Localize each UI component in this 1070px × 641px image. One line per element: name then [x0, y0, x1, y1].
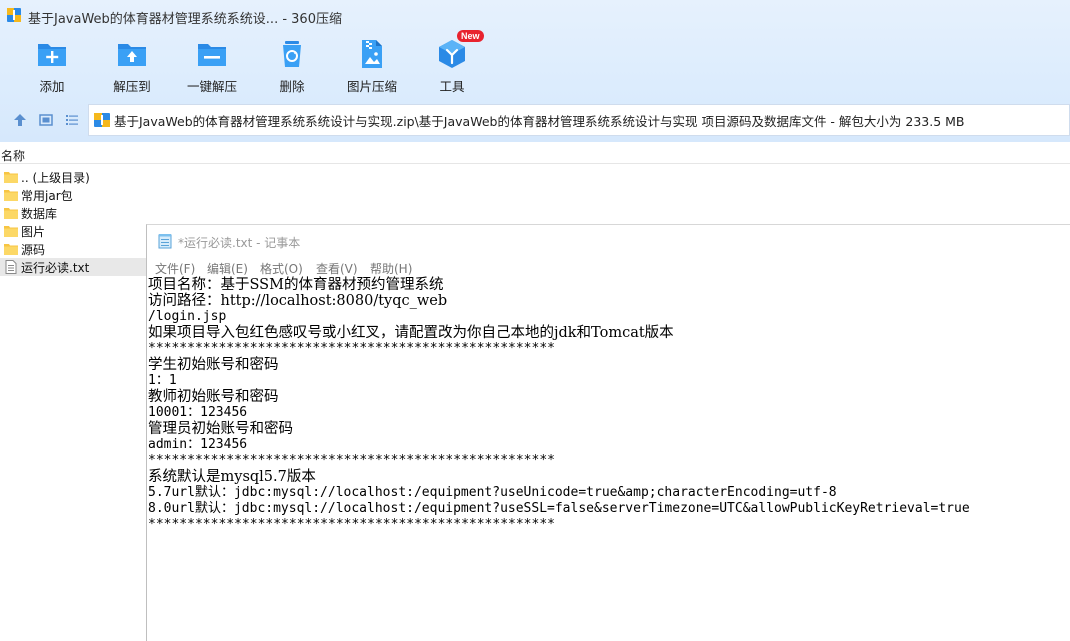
- new-badge: New: [457, 30, 484, 42]
- folder-icon: [4, 172, 18, 183]
- folder-icon: [4, 190, 18, 201]
- text-line: 10001：123456: [148, 405, 248, 420]
- archive-path: 基于JavaWeb的体育器材管理系统系统设计与实现.zip\基于JavaWeb的…: [114, 113, 965, 129]
- menu-format[interactable]: 格式(O): [260, 260, 303, 277]
- item-name: 常用jar包: [21, 188, 73, 203]
- list-item[interactable]: 源码: [0, 240, 148, 258]
- text-line: ****************************************…: [148, 453, 555, 468]
- list-item[interactable]: 数据库: [0, 204, 148, 222]
- list-item[interactable]: 常用jar包: [0, 186, 148, 204]
- add-label: 添加: [39, 79, 65, 94]
- list-item[interactable]: 图片: [0, 222, 148, 240]
- zip-archive-icon: [94, 113, 110, 127]
- tools-button[interactable]: New 工具: [412, 30, 492, 96]
- image-compress-label: 图片压缩: [346, 79, 397, 94]
- notepad-title-bar[interactable]: *运行必读.txt - 记事本: [147, 225, 1070, 257]
- one-click-extract-button[interactable]: 一键解压: [172, 36, 252, 96]
- item-name: 图片: [21, 224, 46, 239]
- text-line: 教师初始账号和密码: [148, 389, 279, 405]
- tools-label: 工具: [439, 79, 465, 94]
- menu-edit[interactable]: 编辑(E): [207, 260, 248, 277]
- menu-help[interactable]: 帮助(H): [370, 260, 412, 277]
- folder-icon: [4, 208, 18, 219]
- notepad-window[interactable]: *运行必读.txt - 记事本 文件(F) 编辑(E) 格式(O) 查看(V) …: [146, 224, 1070, 641]
- folder-icon: [4, 244, 18, 255]
- image-compress-button[interactable]: 图片压缩: [332, 36, 412, 96]
- text-line: 项目名称：基于SSM的体育器材预约管理系统: [148, 277, 444, 293]
- delete-label: 删除: [279, 79, 305, 94]
- notepad-text-area[interactable]: 项目名称：基于SSM的体育器材预约管理系统 访问路径：http://localh…: [147, 277, 1070, 641]
- text-line: 5.7url默认：jdbc:mysql://localhost:/equipme…: [148, 485, 837, 500]
- text-line: 学生初始账号和密码: [148, 357, 279, 373]
- folder-icon: [4, 226, 18, 237]
- delete-button[interactable]: 删除: [252, 36, 332, 96]
- archive-app-icon: [7, 8, 21, 22]
- text-line: 8.0url默认：jdbc:mysql://localhost:/equipme…: [148, 501, 970, 516]
- text-line: 1：1: [148, 373, 177, 388]
- text-line: 访问路径：http://localhost:8080/tyqc_web: [148, 293, 448, 309]
- image-compress-icon: [362, 40, 382, 68]
- address-bar[interactable]: 基于JavaWeb的体育器材管理系统系统设计与实现.zip\基于JavaWeb的…: [88, 104, 1070, 136]
- text-line: 系统默认是mysql5.7版本: [148, 469, 316, 485]
- text-line: 管理员初始账号和密码: [148, 421, 293, 437]
- header-divider: [0, 163, 1070, 164]
- tools-cube-icon: [439, 40, 465, 68]
- text-line: ****************************************…: [148, 517, 555, 532]
- list-view-icon[interactable]: [64, 112, 80, 128]
- trash-recycle-icon: [283, 41, 301, 67]
- text-file-icon: [5, 260, 17, 274]
- window-title: 基于JavaWeb的体育器材管理系统系统设... - 360压缩: [28, 12, 342, 27]
- text-line: 如果项目导入包红色感叹号或小红叉，请配置改为你自己本地的jdk和Tomcat版本: [148, 325, 674, 341]
- extract-to-label: 解压到: [113, 79, 151, 94]
- menu-view[interactable]: 查看(V): [316, 260, 358, 277]
- one-click-extract-icon: [198, 44, 226, 66]
- notepad-title: *运行必读.txt - 记事本: [178, 236, 301, 250]
- notepad-menu-bar: 文件(F) 编辑(E) 格式(O) 查看(V) 帮助(H): [147, 257, 1070, 277]
- add-folder-icon: [38, 44, 66, 66]
- notepad-icon: [158, 234, 172, 249]
- text-line: /login.jsp: [148, 309, 227, 324]
- extract-to-button[interactable]: 解压到: [92, 36, 172, 96]
- window-chrome: 基于JavaWeb的体育器材管理系统系统设... - 360压缩 添加 解压到: [0, 0, 1070, 142]
- thumbnail-view-icon[interactable]: [38, 112, 54, 128]
- item-name: 运行必读.txt: [21, 260, 90, 275]
- title-bar: 基于JavaWeb的体育器材管理系统系统设... - 360压缩: [0, 0, 1070, 32]
- item-name: .. (上级目录): [21, 170, 90, 185]
- text-line: ****************************************…: [148, 341, 555, 356]
- one-click-extract-label: 一键解压: [186, 79, 237, 94]
- add-button[interactable]: 添加: [12, 36, 92, 96]
- item-name: 数据库: [21, 206, 58, 221]
- text-line: admin：123456: [148, 437, 248, 452]
- item-name: 源码: [21, 242, 46, 257]
- up-arrow-icon[interactable]: [12, 112, 28, 128]
- toolbar: 添加 解压到 一键解压 删除 图片压缩 New 工具: [0, 30, 1070, 98]
- list-item[interactable]: .. (上级目录): [0, 168, 148, 186]
- extract-folder-icon: [118, 44, 146, 66]
- menu-file[interactable]: 文件(F): [155, 260, 195, 277]
- list-item-selected[interactable]: 运行必读.txt: [0, 258, 148, 276]
